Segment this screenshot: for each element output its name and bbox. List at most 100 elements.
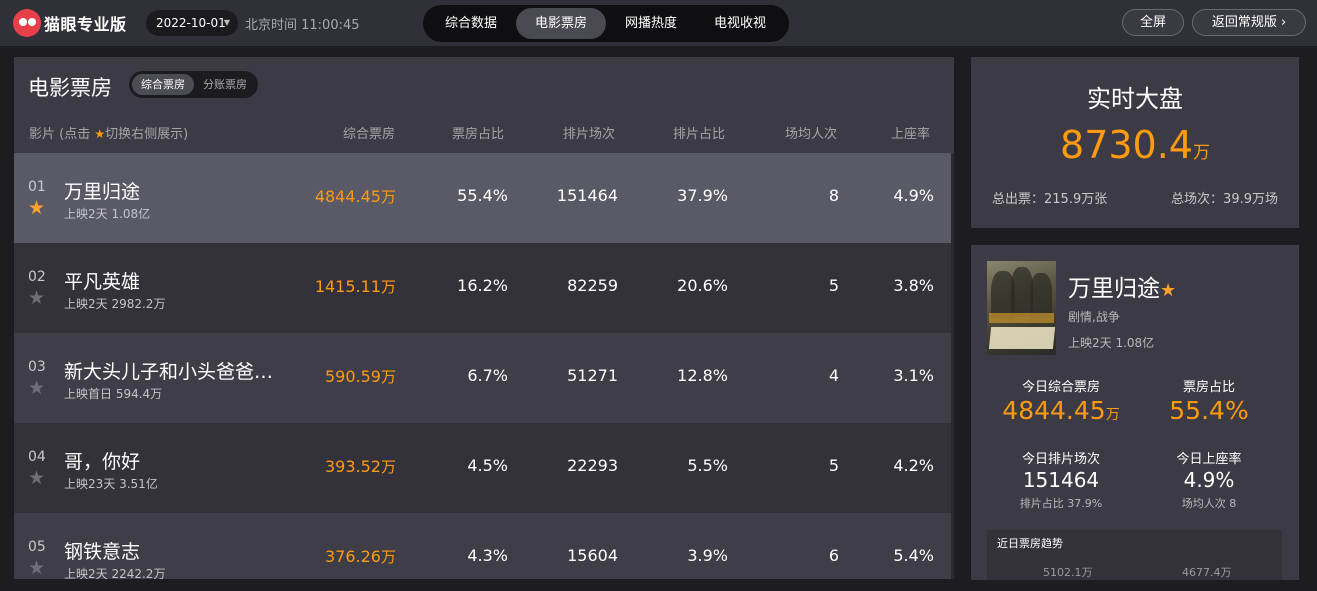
boxoffice-share: 16.2% <box>457 276 508 295</box>
occupancy: 4.9% <box>893 186 934 205</box>
boxoffice-type-switch: 综合票房 分账票房 <box>129 71 258 98</box>
star-icon: ★ <box>94 127 106 141</box>
film-name: 新大头儿子和小头爸爸… <box>64 361 274 383</box>
trend-value: 4677.4万 <box>1182 566 1232 579</box>
today-shows-label: 今日排片场次 <box>1021 452 1100 467</box>
col-show-share[interactable]: 排片占比 <box>673 123 725 142</box>
star-icon[interactable]: ★ <box>28 379 45 398</box>
boxoffice-share: 6.7% <box>467 366 508 385</box>
shows-count: 82259 <box>567 276 618 295</box>
film-release-info: 上映23天 3.51亿 <box>64 477 158 491</box>
shows-count: 15604 <box>567 546 618 565</box>
col-shows[interactable]: 排片场次 <box>563 123 615 142</box>
boxoffice-value: 4844.45万 <box>314 187 396 206</box>
col-film: 影片 (点击 ★切换右侧展示) <box>29 127 189 142</box>
film-name: 哥，你好 <box>64 451 141 473</box>
table-header: 影片 (点击 ★切换右侧展示) 综合票房 票房占比 排片场次 排片占比 场均人次… <box>14 119 954 143</box>
shows-count: 22293 <box>567 456 618 475</box>
today-shows-value: 151464 <box>1022 468 1100 492</box>
back-to-normal-button[interactable]: 返回常规版 › <box>1192 9 1306 36</box>
realtime-total-panel: 实时大盘 8730.4万 总出票：215.9万张 总场次：39.9万场 <box>971 57 1299 228</box>
film-name: 万里归途 <box>64 181 141 203</box>
avg-people: 8 <box>828 186 839 205</box>
occupancy: 3.8% <box>893 276 934 295</box>
avg-people: 5 <box>828 456 839 475</box>
shows-share: 5.5% <box>687 456 728 475</box>
boxoffice-value: 590.59万 <box>325 367 396 386</box>
tab-web-heat[interactable]: 网播热度 <box>607 8 695 39</box>
occupancy: 3.1% <box>893 366 934 385</box>
panel-title: 电影票房 <box>28 76 112 100</box>
tab-movie-boxoffice[interactable]: 电影票房 <box>516 8 606 39</box>
today-occupancy-value: 4.9% <box>1183 468 1235 492</box>
film-poster <box>987 261 1056 355</box>
star-icon[interactable]: ★ <box>28 289 45 308</box>
shows-share: 37.9% <box>677 186 728 205</box>
occupancy: 5.4% <box>893 546 934 565</box>
realtime-title: 实时大盘 <box>1087 85 1183 113</box>
star-icon: ★ <box>1160 280 1177 301</box>
col-occupancy[interactable]: 上座率 <box>891 123 930 142</box>
film-name: 钢铁意志 <box>64 541 141 563</box>
brand-name: 猫眼专业版 <box>44 15 127 34</box>
today-shows-share: 排片占比 37.9% <box>1019 497 1103 510</box>
segment-split[interactable]: 分账票房 <box>194 74 256 95</box>
maoyan-logo-icon <box>13 9 41 37</box>
table-row[interactable]: 04 ★ 哥，你好 上映23天 3.51亿 393.52万 4.5% 22293… <box>14 423 951 513</box>
table-scrollbar[interactable] <box>951 153 954 579</box>
table-row[interactable]: 02 ★ 平凡英雄 上映2天 2982.2万 1415.11万 16.2% 82… <box>14 243 951 333</box>
film-release-info: 上映2天 2242.2万 <box>64 567 166 579</box>
shows-count: 151464 <box>556 186 618 205</box>
film-release-info: 上映2天 2982.2万 <box>64 297 166 311</box>
detail-genre: 剧情,战争 <box>1068 310 1120 324</box>
table-row[interactable]: 03 ★ 新大头儿子和小头爸爸… 上映首日 594.4万 590.59万 6.7… <box>14 333 951 423</box>
top-bar: 猫眼专业版 2022-10-01 ▼ 北京时间 11:00:45 综合数据 电影… <box>0 0 1317 46</box>
segment-combined[interactable]: 综合票房 <box>132 74 194 95</box>
col-boxoffice[interactable]: 综合票房 <box>343 123 395 142</box>
boxoffice-value: 376.26万 <box>325 547 396 566</box>
main-tabs: 综合数据 电影票房 网播热度 电视收视 <box>423 5 789 42</box>
trend-value: 5102.1万 <box>1043 566 1093 579</box>
date-selector[interactable]: 2022-10-01 ▼ <box>146 10 238 36</box>
detail-film-name: 万里归途★ <box>1068 276 1177 302</box>
chevron-down-icon: ▼ <box>223 18 230 27</box>
trend-title: 近日票房趋势 <box>997 537 1063 550</box>
film-detail-panel: 万里归途★ 剧情,战争 上映2天 1.08亿 今日综合票房 4844.45万 票… <box>971 245 1299 580</box>
fullscreen-button[interactable]: 全屏 <box>1122 9 1184 36</box>
realtime-value: 8730.4万 <box>1060 123 1210 167</box>
avg-people: 5 <box>828 276 839 295</box>
total-sessions: 总场次：39.9万场 <box>1171 192 1278 207</box>
boxoffice-share: 4.5% <box>467 456 508 475</box>
shows-share: 12.8% <box>677 366 728 385</box>
star-icon[interactable]: ★ <box>28 199 45 218</box>
table-row[interactable]: 01 ★ 万里归途 上映2天 1.08亿 4844.45万 55.4% 1514… <box>14 153 951 243</box>
boxoffice-share: 55.4% <box>457 186 508 205</box>
date-value: 2022-10-01 <box>156 16 226 30</box>
detail-release: 上映2天 1.08亿 <box>1068 336 1155 350</box>
star-icon[interactable]: ★ <box>28 559 45 578</box>
shows-share: 3.9% <box>687 546 728 565</box>
boxoffice-share: 4.3% <box>467 546 508 565</box>
tab-overview[interactable]: 综合数据 <box>427 8 515 39</box>
share-value: 55.4% <box>1169 396 1249 425</box>
today-avg-people: 场均人次 8 <box>1181 497 1237 510</box>
rank: 05 <box>28 539 46 555</box>
share-label: 票房占比 <box>1182 380 1235 395</box>
today-occupancy-label: 今日上座率 <box>1176 452 1242 467</box>
today-boxoffice-value: 4844.45万 <box>1002 396 1120 425</box>
table-row[interactable]: 05 ★ 钢铁意志 上映2天 2242.2万 376.26万 4.3% 1560… <box>14 513 951 579</box>
film-release-info: 上映首日 594.4万 <box>64 387 163 401</box>
star-icon[interactable]: ★ <box>28 469 45 488</box>
boxoffice-value: 1415.11万 <box>314 277 396 296</box>
beijing-time: 北京时间 11:00:45 <box>245 18 360 33</box>
shows-share: 20.6% <box>677 276 728 295</box>
rank: 02 <box>28 269 46 285</box>
film-name: 平凡英雄 <box>64 271 141 293</box>
col-avg-people[interactable]: 场均人次 <box>785 123 837 142</box>
tab-tv-ratings[interactable]: 电视收视 <box>696 8 784 39</box>
film-release-info: 上映2天 1.08亿 <box>64 207 151 221</box>
occupancy: 4.2% <box>893 456 934 475</box>
recent-trend-chart: 近日票房趋势 5102.1万 4677.4万 <box>987 530 1282 580</box>
col-share[interactable]: 票房占比 <box>452 123 504 142</box>
rank: 04 <box>28 449 46 465</box>
